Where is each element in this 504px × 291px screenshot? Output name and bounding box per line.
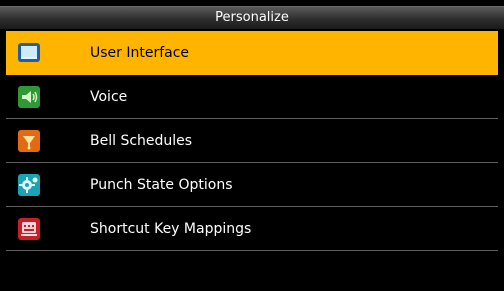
page-title: Personalize (0, 6, 504, 29)
menu-item-punch-state-options[interactable]: Punch State Options (6, 163, 498, 207)
monitor-icon (17, 41, 41, 65)
gear-icon (17, 173, 41, 197)
menu-item-label: Shortcut Key Mappings (90, 221, 252, 237)
bell-icon (17, 129, 41, 153)
personalize-screen: Personalize User Interface Voice Bell Sc… (0, 0, 504, 291)
menu-item-voice[interactable]: Voice (6, 75, 498, 119)
keyboard-key-icon (17, 217, 41, 241)
menu-item-shortcut-key-mappings[interactable]: Shortcut Key Mappings (6, 207, 498, 251)
speaker-icon (17, 85, 41, 109)
personalize-menu: User Interface Voice Bell Schedules Punc… (6, 31, 498, 251)
menu-item-label: Voice (90, 89, 128, 105)
menu-item-user-interface[interactable]: User Interface (6, 31, 498, 75)
menu-item-label: Bell Schedules (90, 133, 193, 149)
menu-item-bell-schedules[interactable]: Bell Schedules (6, 119, 498, 163)
menu-item-label: Punch State Options (90, 177, 233, 193)
menu-item-label: User Interface (90, 45, 190, 61)
